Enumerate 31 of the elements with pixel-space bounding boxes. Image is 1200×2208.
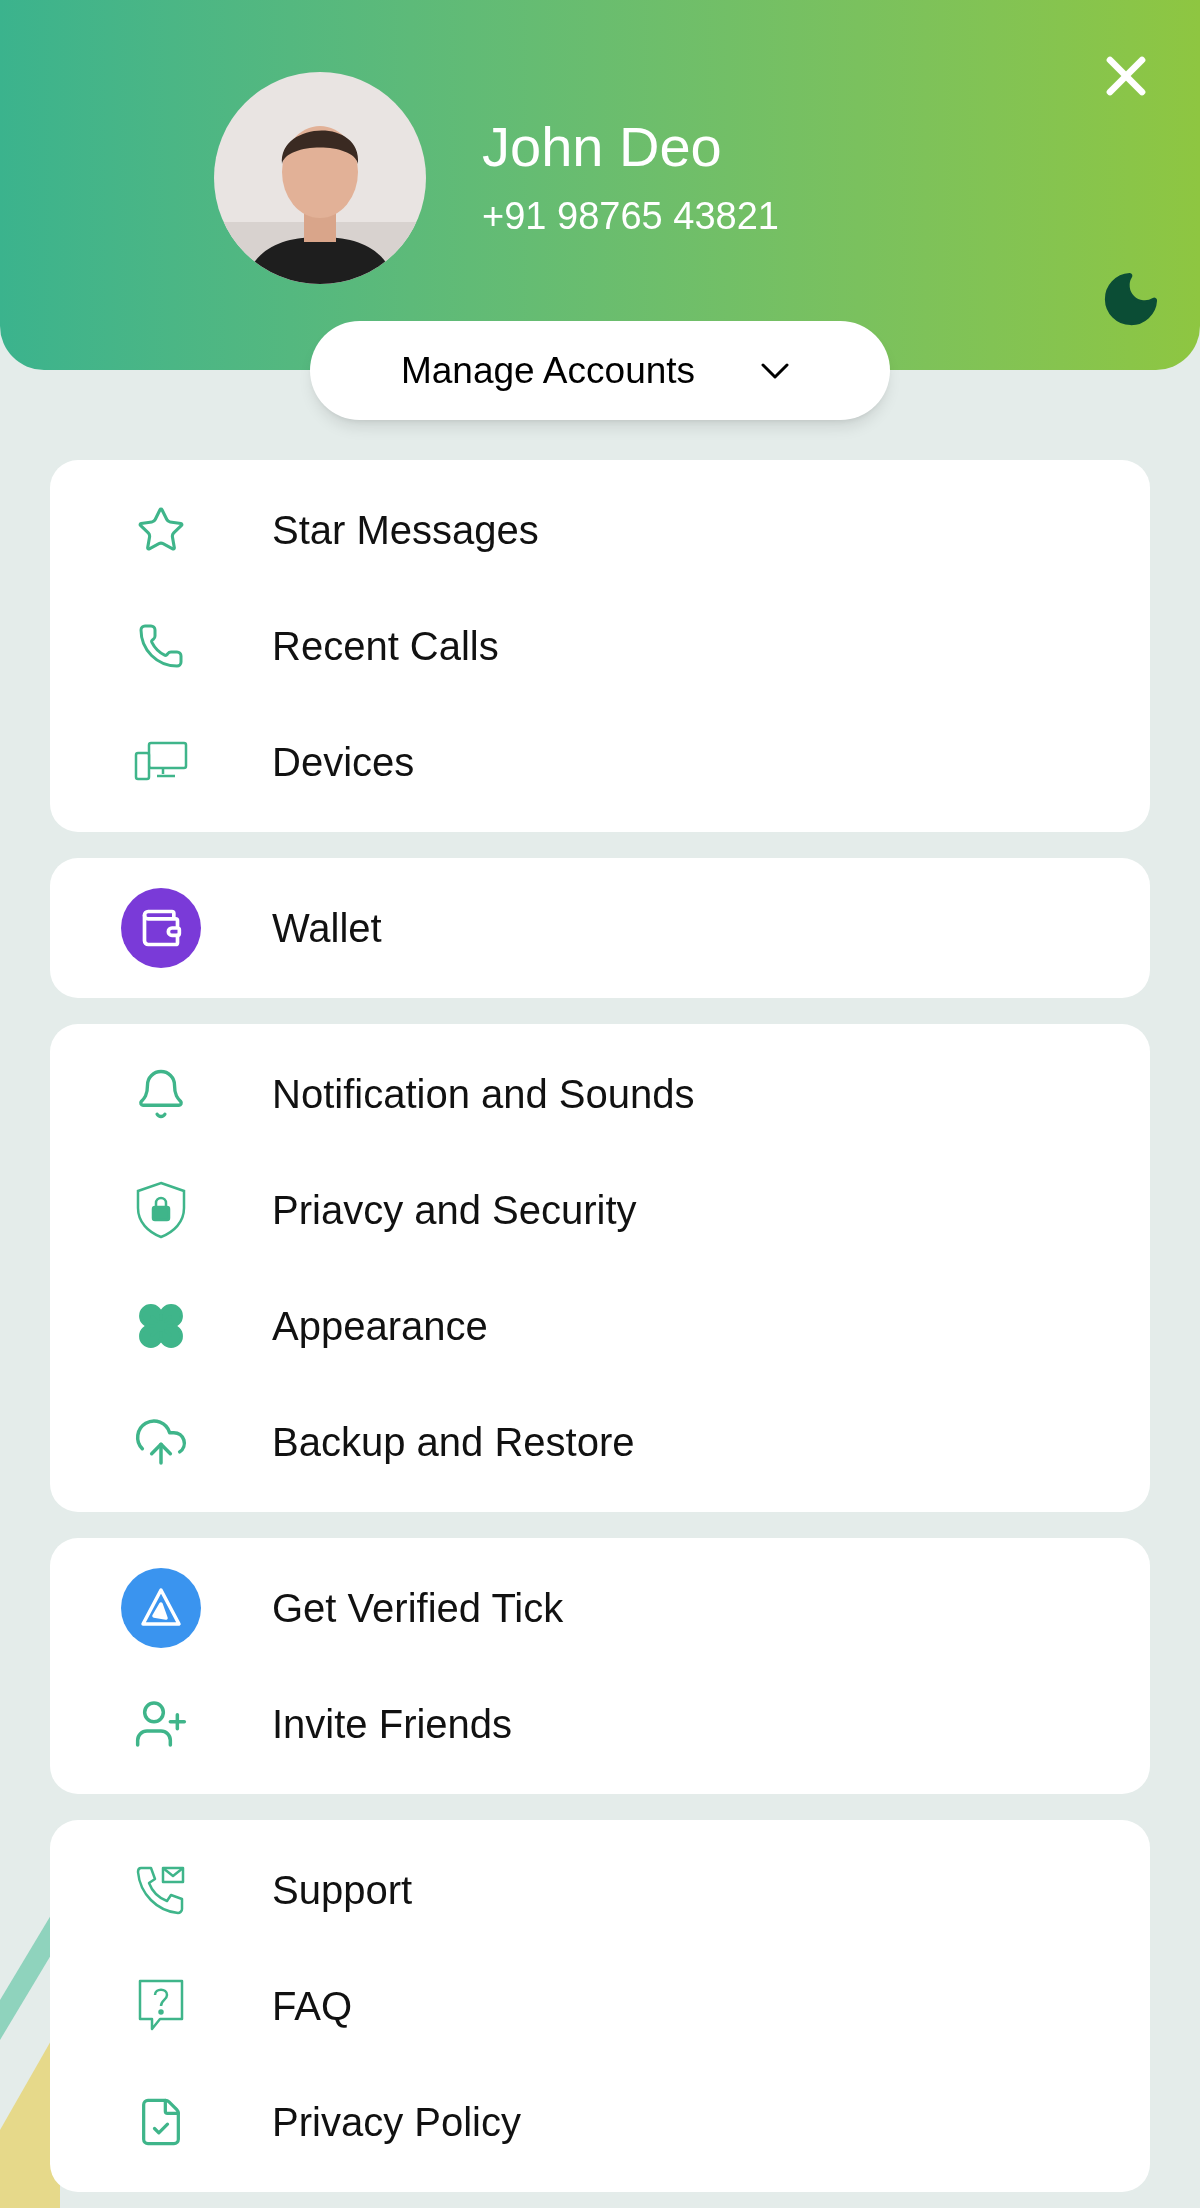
profile-name: John Deo <box>482 113 723 180</box>
phone-icon <box>137 622 185 670</box>
menu-item[interactable]: Get Verified Tick <box>50 1550 1150 1666</box>
menu-item[interactable]: Devices <box>50 704 1150 820</box>
menu-item-label: FAQ <box>272 1983 353 2030</box>
menu-item[interactable]: Star Messages <box>50 472 1150 588</box>
shield-lock-icon <box>134 1180 188 1240</box>
phone-number: +91 98765 43821 <box>482 193 779 239</box>
menu-item-label: Support <box>272 1867 413 1914</box>
menu-item[interactable]: Recent Calls <box>50 588 1150 704</box>
manage-accounts-button[interactable]: Manage Accounts <box>310 321 890 420</box>
menu-item-label: Notification and Sounds <box>272 1071 695 1118</box>
menu-item[interactable]: Privacy Policy <box>50 2064 1150 2180</box>
menu-item[interactable]: Priavcy and Security <box>50 1152 1150 1268</box>
menu-item[interactable]: Support <box>50 1832 1150 1948</box>
menu-item-label: Devices <box>272 739 415 786</box>
menu-item[interactable]: Backup and Restore <box>50 1384 1150 1500</box>
menu-item-label: Privacy Policy <box>272 2099 521 2146</box>
menu-item[interactable]: Wallet <box>50 870 1150 986</box>
menu-item-label: Backup and Restore <box>272 1419 635 1466</box>
menu-item[interactable]: FAQ <box>50 1948 1150 2064</box>
menu-item-label: Priavcy and Security <box>272 1187 637 1234</box>
menu-item[interactable]: Appearance <box>50 1268 1150 1384</box>
menu-item-label: Recent Calls <box>272 623 499 670</box>
menu-item-label: Wallet <box>272 905 382 952</box>
menu-item-label: Appearance <box>272 1303 488 1350</box>
menu-item-label: Invite Friends <box>272 1701 513 1748</box>
menu-item[interactable]: Notification and Sounds <box>50 1036 1150 1152</box>
menu-item[interactable]: Invite Friends <box>50 1666 1150 1782</box>
menu-item-label: Get Verified Tick <box>272 1585 564 1632</box>
menu-item-label: Star Messages <box>272 507 539 554</box>
